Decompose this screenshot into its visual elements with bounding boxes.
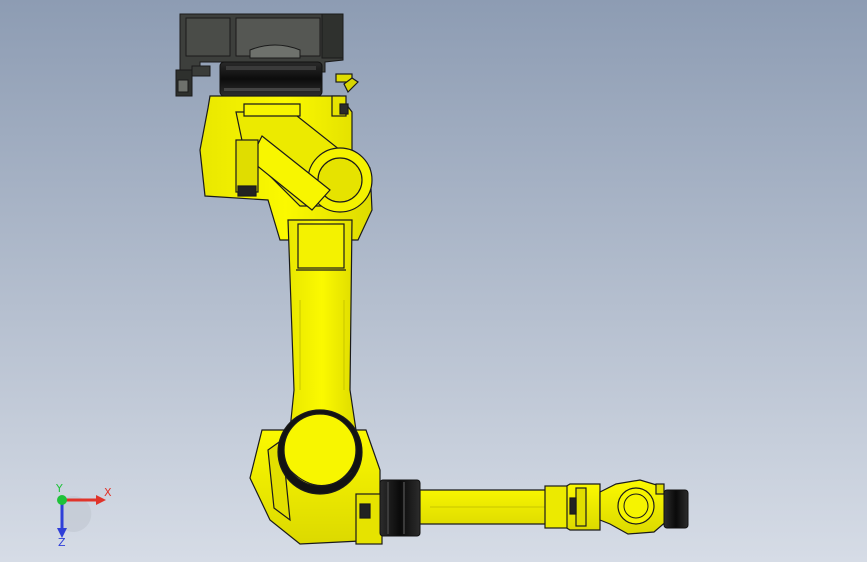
j1-ring: [219, 61, 323, 97]
z-axis-label: Z: [58, 536, 66, 548]
x-axis-label: X: [104, 486, 112, 499]
viewport-background: [0, 0, 867, 562]
axis-triad-icon: X Y Z: [40, 478, 120, 548]
robot-arm-model[interactable]: [0, 0, 867, 562]
upper-arm: [287, 219, 357, 431]
forearm-tube: [419, 483, 601, 531]
graphics-viewport[interactable]: X Y Z: [0, 0, 867, 562]
tool-flange: [663, 489, 689, 529]
forearm-ring: [379, 479, 421, 537]
y-axis-dot: [57, 495, 67, 505]
y-axis-label: Y: [55, 482, 63, 495]
